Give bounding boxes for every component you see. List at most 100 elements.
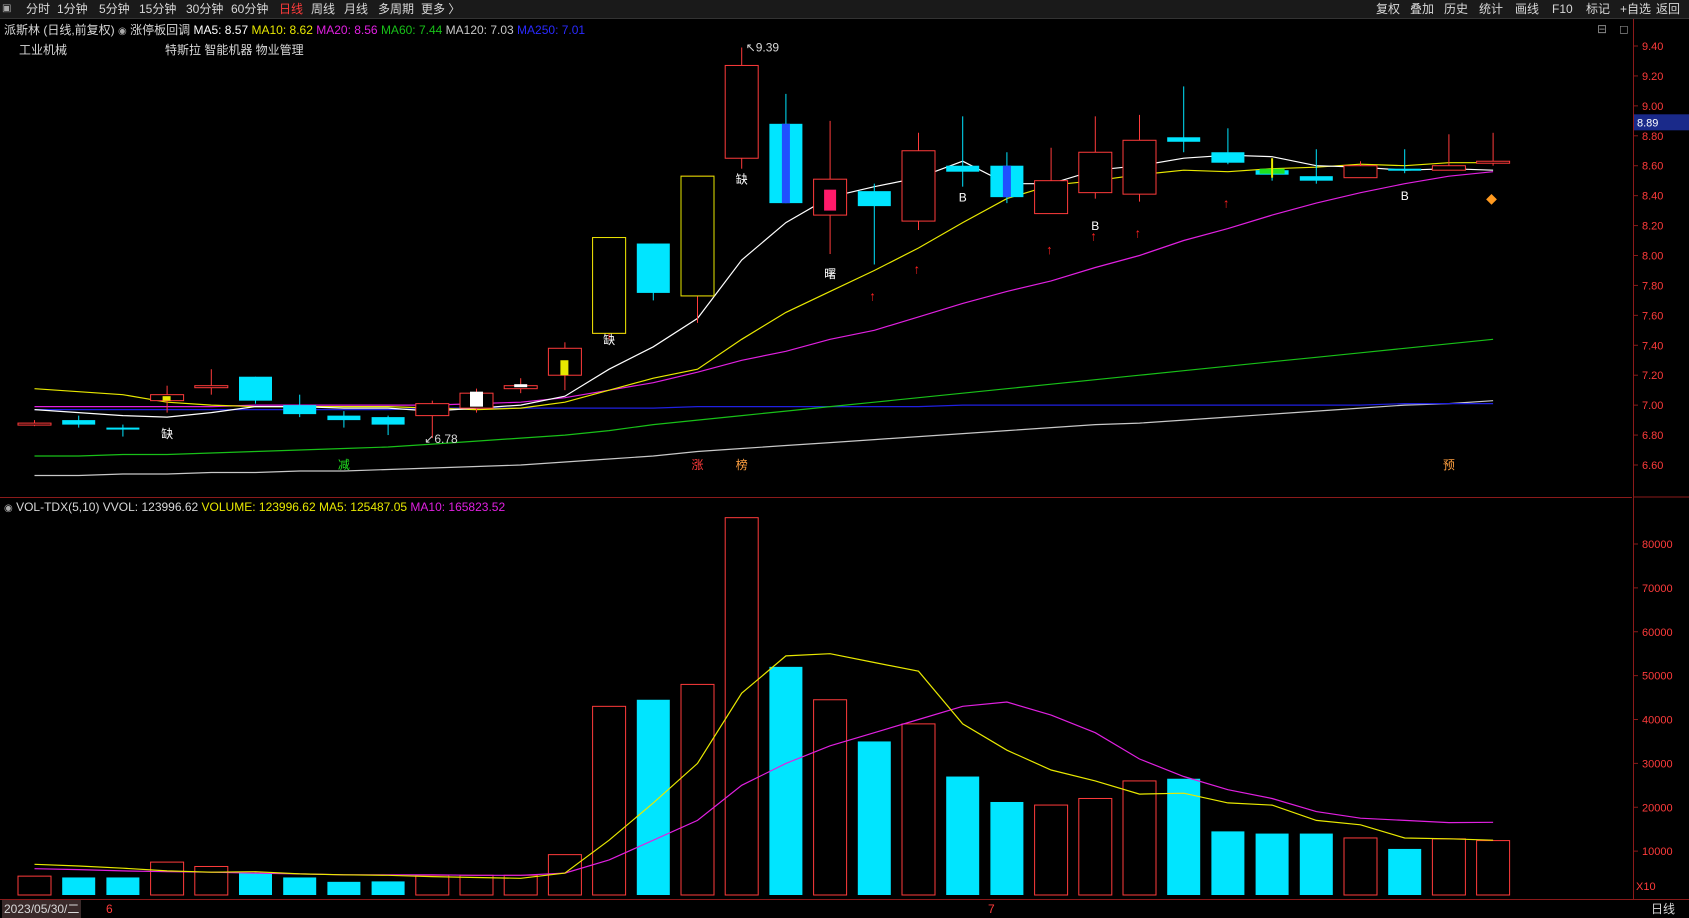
candle-body <box>1388 168 1422 171</box>
up-arrow-signal: ↑ <box>1223 196 1230 211</box>
marker-limit-up: 涨 <box>692 457 704 472</box>
dawn-label: 曙 <box>824 267 836 281</box>
candle-inner-mark <box>162 396 171 401</box>
price-tick-label: 9.00 <box>1642 101 1663 113</box>
tab-monthly[interactable]: 月线 <box>344 0 368 18</box>
candle-inner-mark <box>781 123 790 204</box>
candle-body <box>946 165 980 172</box>
volume-tick-label: 40000 <box>1642 715 1673 727</box>
marker-reduce: 减 <box>338 458 350 472</box>
volume-bar <box>990 801 1024 895</box>
button-draw[interactable]: 画线 <box>1515 0 1539 18</box>
volume-tick-label: 50000 <box>1642 671 1673 683</box>
volume-bar <box>283 877 317 895</box>
volume-bar <box>1255 833 1289 895</box>
candle-inner-mark <box>824 189 837 211</box>
tab-more[interactable]: 更多 〉 <box>421 0 460 18</box>
button-stats[interactable]: 统计 <box>1479 0 1503 18</box>
tab-weekly[interactable]: 周线 <box>311 0 335 18</box>
candle-body <box>636 243 670 293</box>
volume-bar <box>813 699 848 896</box>
volume-unit-label: X10 <box>1636 881 1656 893</box>
volume-tick-label: 10000 <box>1642 846 1673 858</box>
volume-bar <box>1388 848 1422 895</box>
limit-up-candle <box>592 237 627 334</box>
volume-bar <box>62 877 96 895</box>
month-marker-6: 6 <box>106 902 113 916</box>
candle-body <box>17 422 52 426</box>
volume-bar <box>592 705 627 896</box>
marker-forecast: 预 <box>1443 458 1455 472</box>
candle-inner-mark <box>1002 165 1011 198</box>
tab-30min[interactable]: 30分钟 <box>186 0 223 18</box>
volume-bar <box>724 517 759 896</box>
button-f10[interactable]: F10 <box>1552 0 1573 18</box>
toolbar-toggle-icon[interactable]: ▣ <box>2 3 16 14</box>
volume-bar <box>150 861 185 896</box>
candlestick-chart[interactable]: ↖9.39↙6.78缺缺缺曙BBB↑↑↑↑ ↑↑ ◆减涨榜预 <box>0 19 1632 497</box>
volume-bar <box>636 699 670 895</box>
candle-body <box>1167 137 1201 142</box>
up-arrow-signal: ↑ <box>1090 229 1097 244</box>
candle-body <box>62 420 96 425</box>
volume-bar <box>857 741 891 895</box>
price-tick-label: 8.40 <box>1642 191 1663 203</box>
tab-60min[interactable]: 60分钟 <box>231 0 268 18</box>
tab-1min[interactable]: 1分钟 <box>57 0 88 18</box>
low-price-label: ↙6.78 <box>424 432 458 446</box>
price-tick-label: 7.20 <box>1642 370 1663 382</box>
price-tick-label: 7.60 <box>1642 310 1663 322</box>
volume-bar <box>415 874 450 896</box>
volume-bar <box>1476 840 1511 896</box>
volume-bar <box>1122 780 1157 896</box>
tab-multi-period[interactable]: 多周期 <box>378 0 414 18</box>
price-tick-label: 8.00 <box>1642 251 1663 263</box>
volume-bar <box>239 873 272 895</box>
up-arrow-signal: ↑ <box>1135 226 1142 241</box>
candle-body <box>1299 176 1333 181</box>
high-price-label: ↖9.39 <box>746 40 780 54</box>
tab-15min[interactable]: 15分钟 <box>139 0 176 18</box>
up-arrow-signal: ↑ <box>914 261 921 276</box>
button-overlay[interactable]: 叠加 <box>1410 0 1434 18</box>
candle-body <box>194 385 229 389</box>
volume-bar <box>194 865 229 896</box>
price-tick-label: 7.80 <box>1642 280 1663 292</box>
right-price-axis: 9.40 9.20 9.00 8.80 8.60 8.40 8.20 8.00 7.80 7.60… <box>1633 19 1689 899</box>
button-back[interactable]: 返回 <box>1656 0 1680 18</box>
volume-tick-label: 30000 <box>1642 758 1673 770</box>
b-signal-label: B <box>959 191 967 205</box>
marker-list: 榜 <box>736 457 748 472</box>
button-history[interactable]: 历史 <box>1444 0 1468 18</box>
candle-body <box>327 415 361 421</box>
price-tick-label: 7.40 <box>1642 340 1663 352</box>
ma20-line <box>34 171 1494 408</box>
tab-5min[interactable]: 5分钟 <box>99 0 130 18</box>
volume-tick-label: 60000 <box>1642 627 1673 639</box>
up-arrow-signal: ↑ <box>1046 242 1053 257</box>
limit-up-candle <box>680 175 715 297</box>
date-bar: 2023/05/30/二 6 7 日线 <box>0 899 1689 918</box>
price-tick-label: 8.80 <box>1642 131 1663 143</box>
price-tick-label: 9.40 <box>1642 41 1663 53</box>
period-indicator: 日线 <box>1651 902 1676 916</box>
volume-tick-label: 20000 <box>1642 802 1673 814</box>
volume-bar <box>1211 831 1245 895</box>
candle-body <box>1034 180 1069 215</box>
volume-bar <box>371 881 405 895</box>
volume-chart[interactable] <box>0 498 1632 898</box>
price-tick-label: 6.80 <box>1642 430 1663 442</box>
tab-daily[interactable]: 日线 <box>279 0 303 18</box>
volume-bar <box>901 723 936 896</box>
gap-label: 缺 <box>161 426 173 441</box>
button-add-watchlist[interactable]: +自选 <box>1620 0 1651 18</box>
tab-fenshi[interactable]: 分时 <box>26 0 50 18</box>
volume-tick-label: 70000 <box>1642 583 1673 595</box>
price-tick-label: 8.20 <box>1642 221 1663 233</box>
button-fuquan[interactable]: 复权 <box>1376 0 1400 18</box>
candle-body <box>106 427 140 430</box>
gap-label: 缺 <box>603 332 615 347</box>
price-tick-label: 6.60 <box>1642 460 1663 472</box>
candle-body <box>283 405 317 415</box>
button-mark[interactable]: 标记 <box>1586 0 1610 18</box>
